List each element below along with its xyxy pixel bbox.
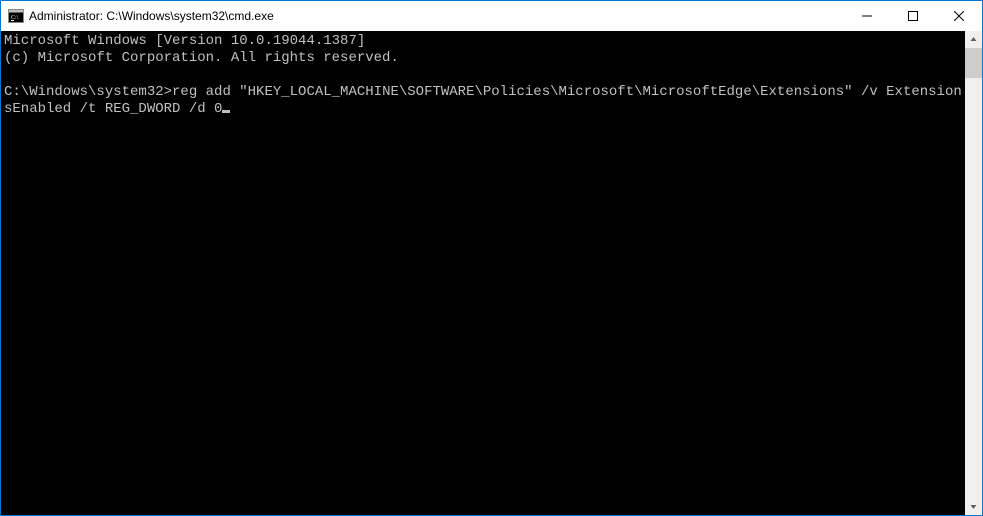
maximize-button[interactable] (890, 1, 936, 31)
terminal-cursor (222, 110, 230, 113)
terminal-line: (c) Microsoft Corporation. All rights re… (4, 50, 965, 67)
window-title: Administrator: C:\Windows\system32\cmd.e… (29, 9, 844, 23)
terminal-prompt: C:\Windows\system32> (4, 84, 172, 100)
cmd-window: C:\ Administrator: C:\Windows\system32\c… (0, 0, 983, 516)
scroll-up-button[interactable] (965, 31, 982, 48)
minimize-button[interactable] (844, 1, 890, 31)
client-area: Microsoft Windows [Version 10.0.19044.13… (1, 31, 982, 515)
close-button[interactable] (936, 1, 982, 31)
terminal-blank-line (4, 67, 965, 84)
cmd-icon: C:\ (8, 8, 24, 24)
terminal-line: Microsoft Windows [Version 10.0.19044.13… (4, 33, 965, 50)
titlebar[interactable]: C:\ Administrator: C:\Windows\system32\c… (1, 1, 982, 31)
scrollbar-track[interactable] (965, 48, 982, 498)
terminal-output[interactable]: Microsoft Windows [Version 10.0.19044.13… (1, 31, 965, 515)
scroll-down-button[interactable] (965, 498, 982, 515)
scrollbar-thumb[interactable] (965, 48, 982, 78)
window-controls (844, 1, 982, 31)
vertical-scrollbar[interactable] (965, 31, 982, 515)
